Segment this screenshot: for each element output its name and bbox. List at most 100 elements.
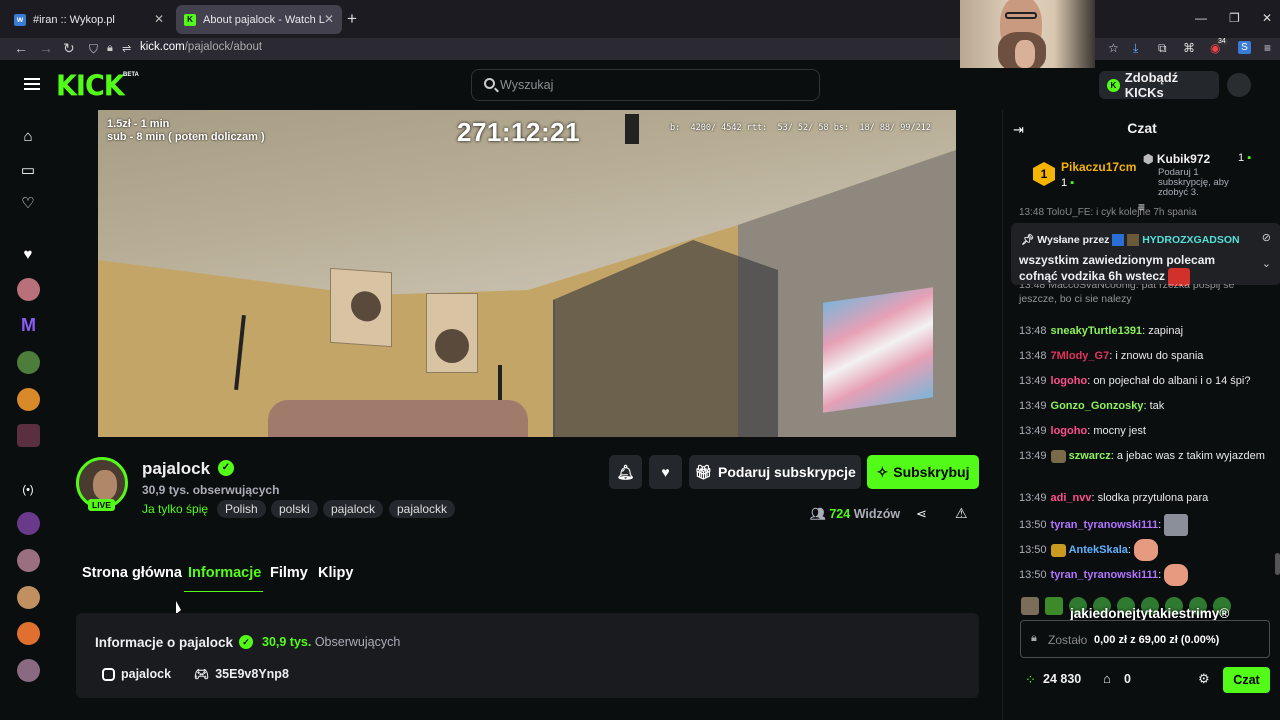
menu-icon[interactable]: ≡ bbox=[1264, 41, 1271, 55]
pinned-by-user[interactable]: HYDROZXGADSON bbox=[1142, 234, 1239, 246]
lock-icon[interactable]: 🔒︎ bbox=[107, 42, 113, 55]
chat-username[interactable]: logoho bbox=[1051, 425, 1088, 437]
downloads-icon[interactable]: ⤓ bbox=[1133, 41, 1138, 56]
reload-icon[interactable]: ↻ bbox=[63, 40, 75, 57]
recommended-channel-avatar[interactable] bbox=[17, 512, 40, 535]
close-window-icon[interactable]: ✕ bbox=[1262, 11, 1272, 25]
chat-username[interactable]: AntekSkala bbox=[1069, 544, 1128, 556]
forward-icon[interactable]: → bbox=[39, 40, 53, 56]
instagram-link[interactable]: pajalock bbox=[102, 667, 171, 681]
leader-count: 1 ▪ bbox=[1238, 152, 1251, 164]
flag-towel bbox=[823, 287, 933, 413]
permissions-icon[interactable]: ⇌ bbox=[122, 42, 131, 55]
followed-channel-avatar[interactable] bbox=[17, 388, 40, 411]
stream-category[interactable]: Ja tylko śpię bbox=[142, 502, 208, 516]
chat-username[interactable]: tyran_tyranowski111 bbox=[1051, 569, 1159, 581]
chat-username[interactable]: tyran_tyranowski111 bbox=[1051, 519, 1159, 531]
tag-chip[interactable]: pajalock bbox=[323, 500, 384, 518]
chat-text: on pojechał do albani i o 14 śpi? bbox=[1093, 375, 1251, 387]
settings-gear-icon[interactable]: ⚙ bbox=[1198, 671, 1210, 687]
back-icon[interactable]: ← bbox=[14, 40, 28, 56]
tab-home[interactable]: Strona główna bbox=[82, 565, 182, 581]
pinned-header: 📌︎ Wysłane przez HYDROZXGADSON bbox=[1021, 233, 1240, 247]
hamburger-menu-icon[interactable] bbox=[24, 78, 40, 90]
followed-channel-avatar[interactable]: M bbox=[17, 314, 40, 337]
recommended-channel-avatar[interactable] bbox=[17, 549, 40, 572]
s-extension-icon[interactable]: S bbox=[1238, 41, 1251, 54]
chat-username[interactable]: adi_nvv bbox=[1051, 492, 1092, 504]
collapse-chat-icon[interactable]: ⇥ bbox=[1013, 122, 1024, 138]
chat-time: 13:49 bbox=[1019, 375, 1047, 387]
new-tab-icon[interactable]: + bbox=[347, 9, 357, 29]
points-icon: ⁘ bbox=[1025, 672, 1036, 687]
maximize-icon[interactable]: ❐ bbox=[1229, 11, 1240, 25]
following-heart-icon[interactable]: ♡ bbox=[19, 195, 37, 213]
tab-about[interactable]: Informacje bbox=[188, 565, 261, 581]
leader-name[interactable]: Pikaczu17cm bbox=[1061, 160, 1136, 174]
followed-channel-avatar[interactable] bbox=[17, 351, 40, 374]
bookmark-star-icon[interactable]: ☆ bbox=[1108, 41, 1119, 55]
tag-chip[interactable]: polski bbox=[271, 500, 318, 518]
tag-chip[interactable]: pajalockk bbox=[389, 500, 456, 518]
browser-tab-wykop[interactable]: w #iran :: Wykop.pl ✕ bbox=[6, 5, 172, 34]
search-input[interactable] bbox=[500, 76, 800, 94]
close-tab-icon[interactable]: ✕ bbox=[324, 12, 334, 26]
leaf-emote-icon[interactable] bbox=[1045, 597, 1063, 615]
notification-bell-button[interactable]: 🔔︎ bbox=[609, 455, 642, 489]
leader-name[interactable]: ⬢ Kubik972 bbox=[1143, 152, 1210, 166]
store-icon[interactable]: ⌂ bbox=[1103, 671, 1111, 686]
url-field[interactable]: kick.com/pajalock/about bbox=[140, 41, 262, 53]
close-tab-icon[interactable]: ✕ bbox=[154, 12, 164, 26]
minimize-icon[interactable]: — bbox=[1195, 11, 1207, 25]
donation-goal-bar[interactable]: 🔒︎ Zostało 0,00 zł z 69,00 zł (0.00%) bbox=[1020, 620, 1270, 658]
chevron-down-icon[interactable]: ⌄ bbox=[1262, 257, 1271, 270]
wykop-favicon-icon: w bbox=[14, 13, 26, 26]
follow-heart-button[interactable]: ♥ bbox=[649, 455, 682, 489]
browse-icon[interactable]: ▭ bbox=[19, 162, 37, 180]
gift-subscription-button[interactable]: 🎁︎ Podaruj subskrypcje bbox=[689, 455, 861, 489]
chat-username[interactable]: logoho bbox=[1051, 375, 1088, 387]
discord-link[interactable]: 🎮︎ 35E9v8Ynp8 bbox=[194, 667, 289, 681]
instagram-icon bbox=[102, 667, 115, 681]
user-avatar[interactable] bbox=[1227, 73, 1251, 97]
chat-time: 13:50 bbox=[1019, 518, 1047, 531]
browser-tab-kick[interactable]: K About pajalock - Watch Live on ✕ bbox=[176, 5, 342, 34]
user-badge-icon bbox=[1050, 449, 1066, 463]
overlay-line-1: 1.5zł - 1 min bbox=[107, 118, 170, 130]
cat-emote-icon[interactable] bbox=[1021, 597, 1039, 615]
chat-username[interactable]: szwarcz bbox=[1069, 450, 1111, 462]
chat-username[interactable]: 7Mlody_G7 bbox=[1051, 350, 1110, 362]
extensions-icon[interactable]: ⧉ bbox=[1158, 41, 1167, 56]
chat-scrollbar[interactable] bbox=[1275, 553, 1280, 575]
followed-channel-avatar[interactable] bbox=[17, 278, 40, 301]
chat-username[interactable]: sneakyTurtle1391 bbox=[1051, 325, 1143, 337]
home-icon[interactable]: ⌂ bbox=[19, 128, 37, 146]
send-chat-button[interactable]: Czat bbox=[1223, 667, 1270, 693]
tab-videos[interactable]: Filmy bbox=[270, 565, 308, 581]
discord-code: 35E9v8Ynp8 bbox=[215, 667, 289, 681]
share-icon[interactable]: ⋖ bbox=[916, 506, 927, 522]
subscribe-button[interactable]: ✧ Subskrybuj bbox=[867, 455, 979, 489]
kick-logo[interactable]: KICK bbox=[56, 70, 125, 103]
channel-name[interactable]: pajalock bbox=[142, 459, 210, 479]
tab-clips[interactable]: Klipy bbox=[318, 565, 353, 581]
partial-line-a: 13:48 MaccoSvaNcoonig: pat rzezka pospij… bbox=[1019, 284, 1235, 291]
video-player[interactable]: 1.5zł - 1 min sub - 8 min ( potem dolicza… bbox=[98, 110, 956, 437]
chat-message: 13:49 szwarcz: a jebac was z takim wyjaz… bbox=[1019, 449, 1265, 463]
verified-icon: ✓ bbox=[218, 460, 234, 476]
recommended-channel-avatar[interactable] bbox=[17, 659, 40, 682]
chat-username[interactable]: Gonzo_Gonzosky bbox=[1051, 400, 1144, 412]
gamepad-icon[interactable]: ⌘ bbox=[1183, 41, 1195, 55]
recommended-channel-avatar[interactable] bbox=[17, 586, 40, 609]
about-title: Informacje o pajalock bbox=[95, 635, 234, 650]
search-box[interactable] bbox=[471, 69, 820, 101]
followed-channel-avatar[interactable] bbox=[17, 424, 40, 447]
recommended-channel-avatar[interactable] bbox=[17, 622, 40, 645]
hide-pin-icon[interactable]: ⊘ bbox=[1262, 231, 1271, 244]
report-warning-icon[interactable]: ⚠ bbox=[955, 505, 968, 522]
get-kicks-button[interactable]: K Zdobądź KICKs bbox=[1099, 70, 1219, 100]
channel-points[interactable]: 24 830 bbox=[1043, 672, 1081, 686]
heart-icon: ♥ bbox=[661, 464, 670, 480]
shield-icon[interactable]: ⛉ bbox=[89, 42, 98, 57]
tag-chip[interactable]: Polish bbox=[217, 500, 266, 518]
